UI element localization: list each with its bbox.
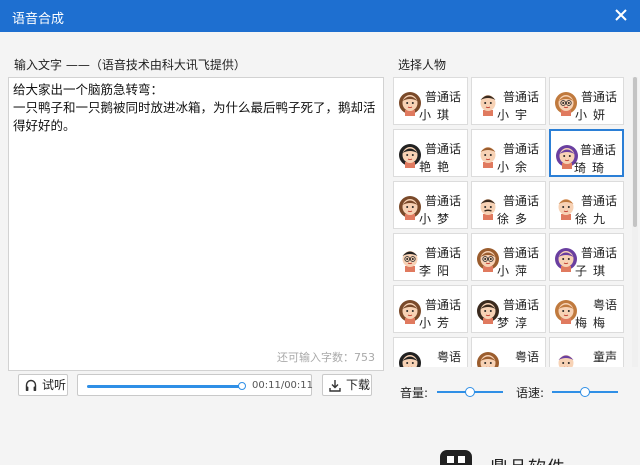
voice-name: 徐九 [574,212,611,226]
voice-option[interactable]: 普通话小宇 [471,77,546,125]
input-label: 输入文字 ——（语音技术由科大讯飞提供） [14,58,246,72]
voice-grid-scrollbar[interactable] [632,77,638,367]
voice-language: 粤语 [514,350,539,364]
voice-language: 普通话 [502,298,539,312]
download-button[interactable]: 下载 [322,374,372,396]
voice-name: 小余 [496,160,533,174]
voice-language: 普通话 [580,246,617,260]
voice-name: 小琪 [418,108,455,122]
voice-option[interactable]: 粤语 [471,337,546,367]
voice-language: 粤语 [592,298,617,312]
title-bar: 语音合成 [0,0,640,32]
voice-name: 小梦 [418,212,455,226]
input-text-line: 一只鸭子和一只鹅被同时放进冰箱，为什么最后鸭子死了，鹅却活得好好的。 [13,100,376,133]
voice-name: 梅梅 [574,316,611,330]
voice-option[interactable]: 童声 [549,337,624,367]
voice-language: 普通话 [502,246,539,260]
voice-option[interactable]: 普通话琦琦 [549,129,624,177]
voice-option[interactable]: 普通话小萍 [471,233,546,281]
voice-option[interactable]: 粤语 [393,337,468,367]
scrollbar-thumb[interactable] [633,77,637,227]
voice-language: 粤语 [436,350,461,364]
voice-option[interactable]: 普通话小芳 [393,285,468,333]
speed-slider[interactable] [552,387,618,397]
voice-option[interactable]: 普通话梦淳 [471,285,546,333]
voice-option[interactable]: 普通话艳艳 [393,129,468,177]
remaining-count: 还可输入字数：753 [277,351,375,364]
voice-option[interactable]: 普通话小余 [471,129,546,177]
headphones-icon [25,379,37,392]
girl-avatar-icon [397,350,423,367]
voice-language: 普通话 [424,246,461,260]
playback-time: 00:11/00:11 [252,380,314,391]
voice-option[interactable]: 普通话徐多 [471,181,546,229]
voice-option[interactable]: 普通话徐九 [549,181,624,229]
speed-label: 语速: [516,386,545,400]
progress-handle[interactable] [238,382,246,390]
voice-language: 普通话 [502,90,539,104]
voice-name: 子琪 [574,264,611,278]
boy-avatar-icon [553,350,579,367]
voice-grid: 普通话 小琪 普通话 小宇 普通话 小妍 普通话 艳艳 普通话 小余 普通话 琦琦 普通话 小梦 普通话 徐多… [393,77,629,367]
voice-language: 童声 [592,350,617,364]
voice-name: 小芳 [418,316,455,330]
voice-language: 普通话 [580,194,617,208]
voice-language: 普通话 [579,143,616,157]
close-icon [615,9,627,21]
progress-track[interactable] [87,385,242,388]
voice-option[interactable]: 粤语梅梅 [549,285,624,333]
voice-language: 普通话 [502,194,539,208]
download-label: 下载 [346,378,371,392]
volume-knob[interactable] [465,387,475,397]
close-button[interactable] [612,6,630,24]
voice-language: 普通话 [424,90,461,104]
girl-avatar-icon [475,350,501,367]
listen-button[interactable]: 试听 [18,374,68,396]
voice-select-label: 选择人物 [398,58,447,72]
brand-logo-icon [438,448,474,465]
volume-label: 音量: [400,386,429,400]
listen-label: 试听 [42,378,67,392]
voice-language: 普通话 [424,142,461,156]
voice-name: 艳艳 [418,160,455,174]
volume-slider[interactable] [437,387,503,397]
voice-name: 琦琦 [573,161,610,175]
brand-name: 鼎品软件 [490,454,566,465]
voice-language: 普通话 [502,142,539,156]
speed-knob[interactable] [580,387,590,397]
voice-name: 李阳 [418,264,455,278]
voice-language: 普通话 [424,194,461,208]
window-title: 语音合成 [12,12,65,27]
voice-option[interactable]: 普通话小妍 [549,77,624,125]
voice-name: 徐多 [496,212,533,226]
voice-option[interactable]: 普通话子琪 [549,233,624,281]
voice-language: 普通话 [580,90,617,104]
input-text-line: 给大家出一个脑筋急转弯： [13,82,164,97]
voice-option[interactable]: 普通话小梦 [393,181,468,229]
watermark: 鼎品软件 [438,448,638,465]
audio-player: 00:11/00:11 [77,374,314,396]
voice-option[interactable]: 普通话李阳 [393,233,468,281]
dialog-body: 输入文字 ——（语音技术由科大讯飞提供） 选择人物 给大家出一个脑筋急转弯： 一… [0,32,640,465]
voice-option[interactable]: 普通话小琪 [393,77,468,125]
voice-language: 普通话 [424,298,461,312]
voice-name: 小宇 [496,108,533,122]
voice-name: 小妍 [574,108,611,122]
download-icon [329,379,341,392]
voice-name: 小萍 [496,264,533,278]
text-input-area[interactable]: 给大家出一个脑筋急转弯： 一只鸭子和一只鹅被同时放进冰箱，为什么最后鸭子死了，鹅… [8,77,384,371]
voice-name: 梦淳 [496,316,533,330]
input-text[interactable]: 给大家出一个脑筋急转弯： 一只鸭子和一只鹅被同时放进冰箱，为什么最后鸭子死了，鹅… [13,81,381,135]
